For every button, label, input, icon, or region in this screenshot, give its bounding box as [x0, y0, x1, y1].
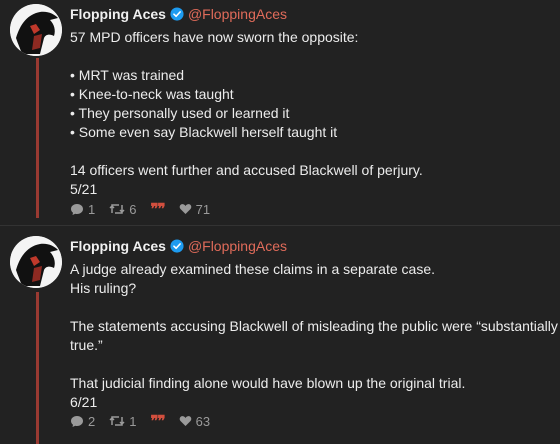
- like-button[interactable]: 71: [179, 202, 210, 217]
- tweet-actions: 1 6 ❞❞ 71: [70, 200, 210, 218]
- tweet-line: His ruling?: [70, 280, 137, 296]
- reply-button[interactable]: 1: [70, 202, 95, 217]
- tweet-counter: 5/21: [70, 181, 98, 197]
- tweet-line: • MRT was trained: [70, 67, 185, 83]
- reply-button[interactable]: 2: [70, 414, 95, 429]
- like-button[interactable]: 63: [179, 414, 210, 429]
- author-name[interactable]: Flopping Aces: [70, 238, 166, 254]
- tweet-divider: [0, 225, 560, 226]
- tweet-actions: 2 1 ❞❞ 63: [70, 412, 210, 430]
- tweet-line: A judge already examined these claims in…: [70, 261, 435, 277]
- heart-icon: [179, 416, 191, 426]
- tweet-line: true.”: [70, 337, 103, 353]
- reply-count: 2: [88, 413, 96, 429]
- retweet-button[interactable]: 6: [109, 202, 136, 217]
- tweet-text: A judge already examined these claims in…: [70, 260, 558, 412]
- reply-count: 1: [88, 201, 96, 217]
- avatar[interactable]: [10, 4, 62, 56]
- verified-badge-icon: [170, 239, 184, 253]
- retweet-icon: [109, 416, 125, 426]
- quote-icon: ❞❞: [150, 413, 165, 430]
- tweet-line: That judicial finding alone would have b…: [70, 375, 466, 391]
- tweet-line: • Knee-to-neck was taught: [70, 86, 234, 102]
- tweet-text: 57 MPD officers have now sworn the oppos…: [70, 28, 558, 199]
- tweet-line: • Some even say Blackwell herself taught…: [70, 124, 338, 140]
- quote-button[interactable]: ❞❞: [150, 412, 165, 430]
- tweet-line: 14 officers went further and accused Bla…: [70, 162, 423, 178]
- heart-icon: [179, 204, 191, 214]
- reply-icon: [71, 203, 83, 215]
- tweet-counter: 6/21: [70, 394, 98, 410]
- tweet-line: The statements accusing Blackwell of mis…: [70, 318, 558, 334]
- retweet-count: 1: [129, 413, 137, 429]
- reply-icon: [71, 415, 83, 427]
- tweet-header: Flopping Aces @FloppingAces: [70, 236, 287, 256]
- like-count: 63: [195, 413, 211, 429]
- like-count: 71: [195, 201, 211, 217]
- verified-badge-icon: [170, 7, 184, 21]
- tweet-line: • They personally used or learned it: [70, 105, 290, 121]
- retweet-count: 6: [129, 201, 137, 217]
- quote-icon: ❞❞: [150, 201, 165, 218]
- author-name[interactable]: Flopping Aces: [70, 6, 166, 22]
- tweet-line: 57 MPD officers have now sworn the oppos…: [70, 29, 359, 45]
- tweet-header: Flopping Aces @FloppingAces: [70, 4, 287, 24]
- author-handle[interactable]: @FloppingAces: [188, 6, 287, 22]
- author-handle[interactable]: @FloppingAces: [188, 238, 287, 254]
- retweet-button[interactable]: 1: [109, 414, 136, 429]
- tweet-5-of-21[interactable]: Flopping Aces @FloppingAces 57 MPD offic…: [0, 4, 560, 224]
- retweet-icon: [109, 204, 125, 214]
- quote-button[interactable]: ❞❞: [150, 200, 165, 218]
- tweet-6-of-21[interactable]: Flopping Aces @FloppingAces A judge alre…: [0, 236, 560, 444]
- avatar[interactable]: [10, 236, 62, 288]
